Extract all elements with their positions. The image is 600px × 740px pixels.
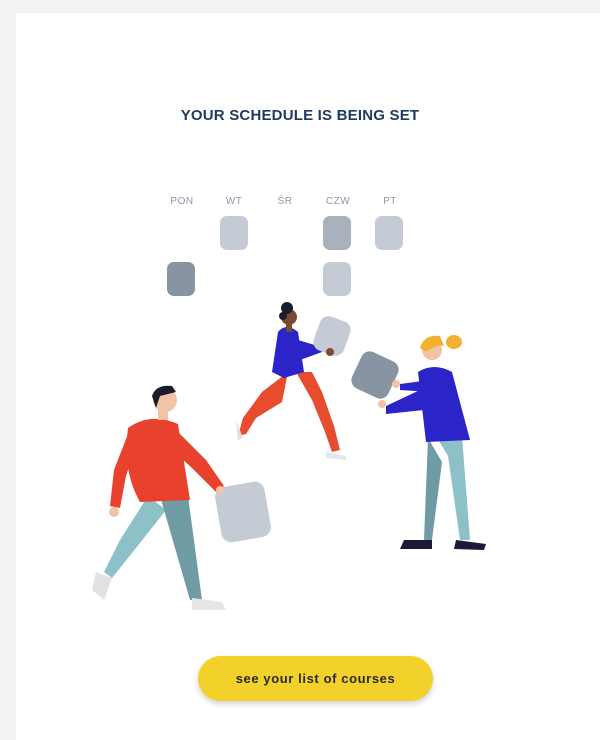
see-courses-button[interactable]: see your list of courses	[198, 656, 433, 701]
schedule-illustration	[92, 216, 486, 610]
schedule-block	[220, 216, 248, 250]
running-woman-figure	[236, 302, 351, 460]
schedule-block	[323, 262, 351, 296]
schedule-block	[167, 262, 195, 296]
standing-woman-figure	[351, 335, 486, 550]
schedule-block	[323, 216, 351, 250]
schedule-block	[375, 216, 403, 250]
